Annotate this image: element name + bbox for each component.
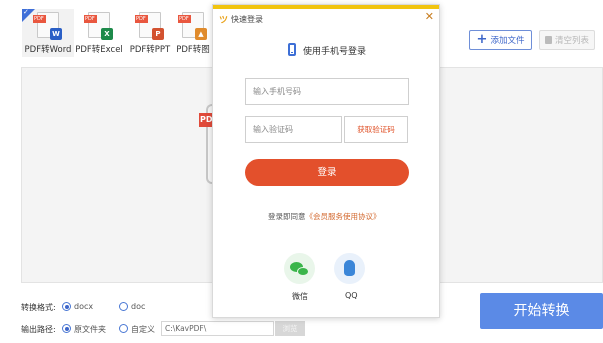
output-path-field[interactable]: C:\KavPDF\	[161, 321, 274, 336]
pdf-to-word-icon: PDF W	[33, 12, 62, 40]
agreement-link[interactable]: 《会员服务使用协议》	[306, 212, 381, 221]
qq-label: QQ	[345, 291, 358, 300]
login-button[interactable]: 登录	[245, 159, 409, 186]
pdf-to-image-icon: PDF ▲	[178, 12, 207, 40]
tab-label: PDF转图	[176, 45, 210, 55]
format-option-doc[interactable]: doc	[131, 302, 145, 311]
pdf-to-excel-icon: PDF X	[84, 12, 113, 40]
agreement-prefix: 登录即同意	[268, 212, 306, 221]
tab-label: PDF转PPT	[129, 45, 171, 55]
qq-login-button[interactable]	[334, 253, 365, 284]
mobile-phone-icon	[288, 43, 296, 56]
output-option-custom[interactable]: 自定义	[131, 324, 155, 335]
add-file-label: 添加文件	[490, 36, 525, 46]
login-method-title: 使用手机号登录	[303, 47, 367, 57]
wechat-login-button[interactable]	[284, 253, 315, 284]
start-convert-button[interactable]: 开始转换	[480, 293, 603, 329]
output-path-label: 输出路径:	[21, 325, 56, 334]
phone-number-input[interactable]: 输入手机号码	[245, 78, 409, 105]
add-file-button[interactable]: + 添加文件	[469, 30, 532, 50]
output-option-original[interactable]: 原文件夹	[74, 324, 106, 335]
format-radio-docx[interactable]	[62, 302, 71, 311]
tab-pdf-to-ppt[interactable]: PDF P PDF转PPT	[124, 9, 176, 57]
close-icon[interactable]: ✕	[425, 10, 434, 23]
dialog-accent-bar	[213, 5, 439, 9]
output-radio-custom[interactable]	[119, 324, 128, 333]
dialog-title: 快速登录	[231, 15, 263, 24]
clear-list-label: 清空列表	[554, 36, 589, 46]
browse-button[interactable]: 浏览	[275, 321, 305, 336]
quick-login-dialog: ツ 快速登录 ✕ 使用手机号登录 输入手机号码 输入验证码 获取验证码 登录 登…	[212, 4, 440, 318]
tab-pdf-to-excel[interactable]: PDF X PDF转Excel	[73, 9, 125, 57]
plus-icon: +	[476, 32, 488, 47]
format-label: 转换格式:	[21, 303, 56, 312]
pdf-to-ppt-icon: PDF P	[135, 12, 164, 40]
output-radio-original[interactable]	[62, 324, 71, 333]
wechat-label: 微信	[292, 292, 308, 301]
clear-list-button[interactable]: 清空列表	[539, 30, 595, 50]
verification-code-input[interactable]: 输入验证码	[245, 116, 342, 143]
get-code-button[interactable]: 获取验证码	[344, 116, 408, 143]
tab-pdf-to-image[interactable]: PDF ▲ PDF转图	[174, 9, 212, 57]
trash-icon	[544, 36, 552, 44]
brand-logo-icon: ツ	[219, 16, 229, 26]
tab-label: PDF转Word	[24, 45, 72, 55]
tab-label: PDF转Excel	[75, 45, 123, 55]
wechat-icon-bubble	[297, 267, 309, 276]
format-radio-doc[interactable]	[119, 302, 128, 311]
check-icon: ✓	[23, 8, 29, 16]
format-option-docx[interactable]: docx	[74, 302, 93, 311]
agreement-text: 登录即同意《会员服务使用协议》	[268, 211, 381, 222]
qq-icon	[344, 260, 355, 276]
